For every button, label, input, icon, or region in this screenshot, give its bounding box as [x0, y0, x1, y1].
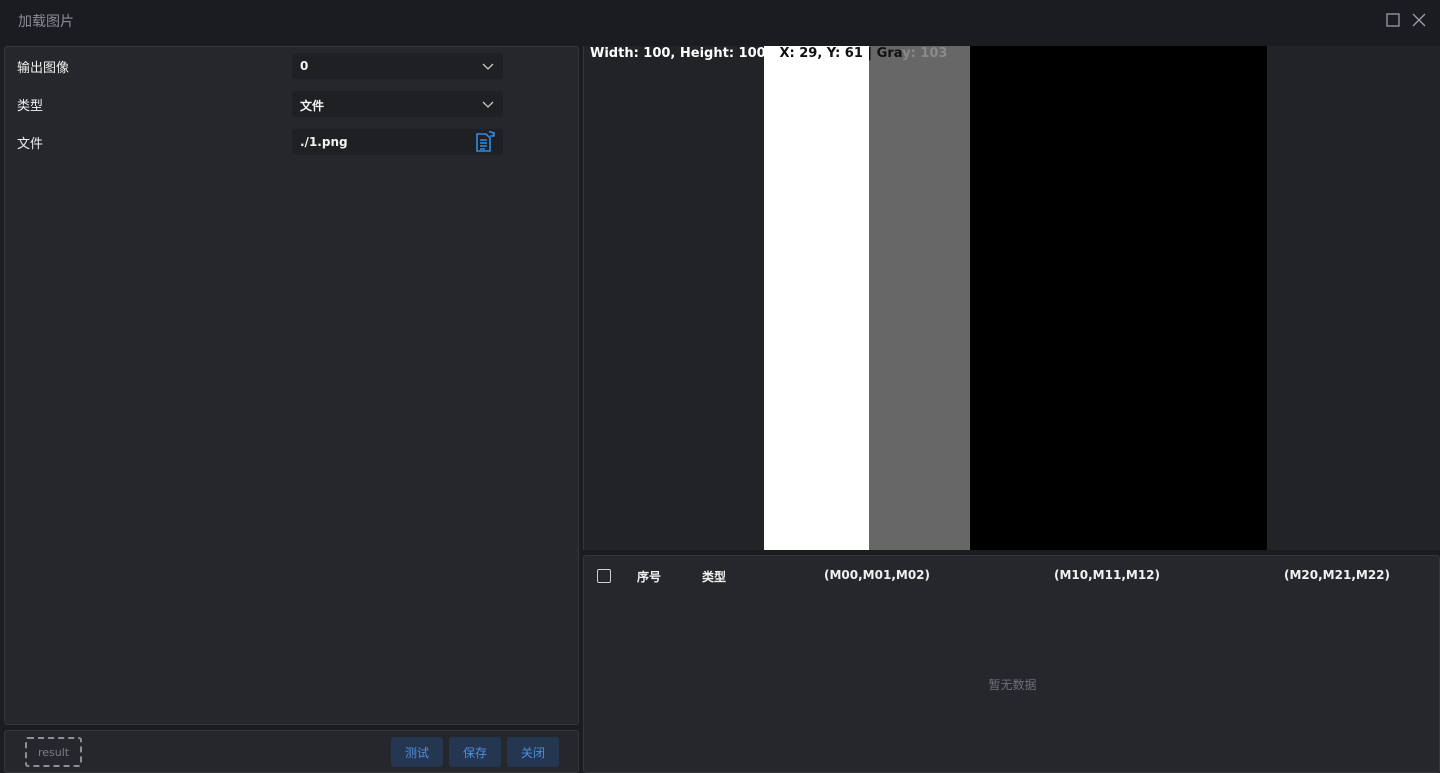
property-panel: 输出图像 0 类型 文件 文件 ./1.png: [4, 46, 579, 725]
image-viewer[interactable]: Width: 100, Height: 100 | X: 29, Y: 61 |…: [583, 46, 1440, 550]
column-header-m1: (M10,M11,M12): [1054, 568, 1161, 582]
save-button[interactable]: 保存: [449, 737, 501, 767]
result-badge: result: [25, 737, 82, 767]
chevron-down-icon: [482, 101, 494, 108]
select-all-checkbox[interactable]: [597, 569, 611, 583]
output-image-select[interactable]: 0: [292, 53, 503, 79]
test-button[interactable]: 测试: [391, 737, 443, 767]
image-stripe-white: [764, 46, 869, 550]
action-footer: result 测试 保存 关闭: [4, 730, 579, 773]
output-image-value: 0: [300, 59, 309, 73]
image-stripe-gray: [869, 46, 970, 550]
pixel-info-overlay: Width: 100, Height: 100 | X: 29, Y: 61 |…: [590, 46, 947, 61]
file-label: 文件: [17, 137, 44, 152]
maximize-icon[interactable]: [1384, 11, 1402, 29]
column-header-type: 类型: [702, 570, 727, 584]
image-stripe-black: [970, 46, 1267, 550]
column-header-m0: (M00,M01,M02): [824, 568, 931, 582]
title-bar: 加载图片: [0, 0, 1440, 42]
matrix-table: 序号 类型 (M00,M01,M02) (M10,M11,M12) (M20,M…: [583, 555, 1440, 773]
property-row-type: 类型 文件: [5, 91, 580, 117]
type-value: 文件: [300, 99, 325, 113]
output-image-label: 输出图像: [17, 61, 70, 76]
chevron-down-icon: [482, 63, 494, 70]
type-select[interactable]: 文件: [292, 91, 503, 117]
property-row-file: 文件 ./1.png: [5, 129, 580, 155]
window-title: 加载图片: [18, 14, 74, 30]
file-path-input[interactable]: ./1.png: [292, 129, 503, 155]
close-icon[interactable]: [1410, 11, 1428, 29]
image-size-info: Width: 100, Height: 100 |: [590, 46, 780, 61]
file-browse-icon[interactable]: [473, 130, 497, 154]
gray-value-info: y: 103: [902, 46, 948, 61]
empty-state-text: 暂无数据: [988, 678, 1037, 692]
cursor-position-info: X: 29, Y: 61 | Gra: [779, 46, 903, 61]
column-header-m2: (M20,M21,M22): [1284, 568, 1391, 582]
property-row-output-image: 输出图像 0: [5, 53, 580, 79]
close-button[interactable]: 关闭: [507, 737, 559, 767]
type-label: 类型: [17, 99, 44, 114]
column-header-index: 序号: [637, 570, 662, 584]
file-path-value: ./1.png: [300, 135, 348, 149]
